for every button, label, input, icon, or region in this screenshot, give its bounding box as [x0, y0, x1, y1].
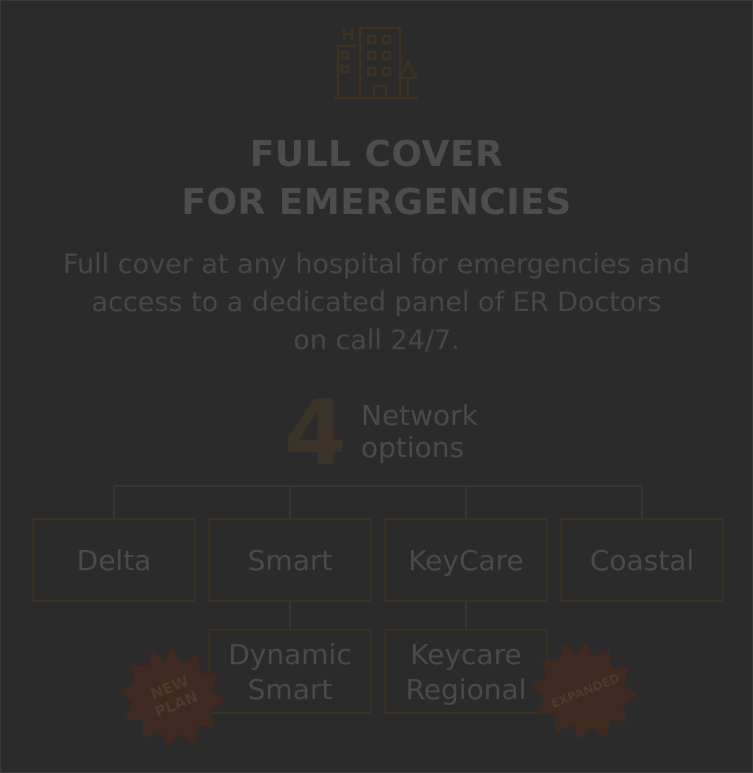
network-label: Smart	[247, 543, 333, 577]
new-plan-badge: NEW PLAN	[120, 648, 226, 746]
network-label: Delta	[76, 543, 152, 577]
network-count-label: Network options	[361, 400, 478, 464]
page-title: FULL COVER FOR EMERGENCIES	[0, 131, 753, 227]
sub-network-label-line: Smart	[247, 672, 333, 706]
hospital-building-icon	[334, 26, 419, 100]
description-line: Full cover at any hospital for emergenci…	[63, 249, 690, 280]
network-box-delta: Delta	[32, 518, 196, 602]
network-count: 4	[284, 381, 347, 486]
description: Full cover at any hospital for emergenci…	[0, 246, 753, 360]
page-frame	[0, 0, 753, 773]
network-label: KeyCare	[408, 543, 524, 577]
title-line: FULL COVER	[249, 134, 504, 175]
network-box-coastal: Coastal	[560, 518, 724, 602]
network-box-keycare: KeyCare	[384, 518, 548, 602]
title-line: FOR EMERGENCIES	[181, 182, 572, 223]
network-label-line: options	[361, 431, 465, 464]
description-line: on call 24/7.	[293, 325, 460, 356]
sub-network-label-line: Regional	[405, 672, 527, 706]
sub-network-label-line: Dynamic	[228, 637, 352, 671]
network-label-line: Network	[361, 399, 478, 432]
sub-network-box-dynamic-smart: Dynamic Smart	[208, 629, 372, 714]
network-label: Coastal	[589, 543, 695, 577]
network-box-smart: Smart	[208, 518, 372, 602]
sub-network-label-line: Keycare	[410, 637, 522, 671]
description-line: access to a dedicated panel of ER Doctor…	[91, 287, 662, 318]
sub-network-box-keycare-regional: Keycare Regional	[384, 629, 548, 714]
expanded-badge: EXPANDED	[532, 642, 638, 740]
